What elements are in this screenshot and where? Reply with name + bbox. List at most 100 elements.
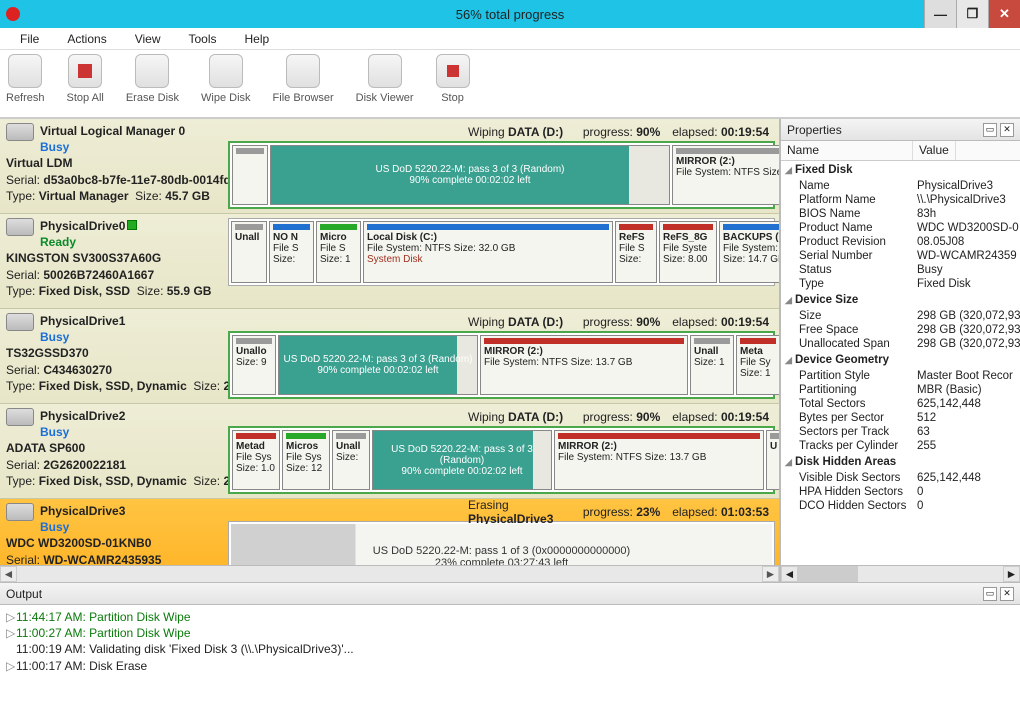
property-key: Partition Style [799,370,917,382]
property-row[interactable]: HPA Hidden Sectors0 [781,485,1020,499]
property-value: 298 GB (320,072,93 [917,324,1020,336]
partition[interactable]: US DoD 5220.22-M: pass 3 of 3 (Random)90… [278,335,478,395]
drive-list[interactable]: Virtual Logical Manager 0BusyVirtual LDM… [0,119,779,565]
property-group[interactable]: ◢Device Geometry [781,351,1020,369]
partition[interactable]: US DoD 5220.22-M: pass 3 of 3 (Random)90… [372,430,552,490]
menu-file[interactable]: File [20,32,39,46]
output-close-icon[interactable]: ✕ [1000,587,1014,601]
partition[interactable]: ReFSFile SSize: [615,221,657,283]
partition[interactable]: US DoD 5220.22-M: pass 3 of 3 (Random)90… [270,145,670,205]
drive-model: WDC WD3200SD-01KNB0 [6,536,151,550]
file-browser-button[interactable]: File Browser [273,54,334,104]
property-value: 298 GB (320,072,93 [917,310,1020,322]
scroll-left-icon[interactable]: ◄ [781,566,798,582]
close-button[interactable]: ✕ [988,0,1020,28]
partition[interactable]: MicrosFile SysSize: 12 [282,430,330,490]
menu-tools[interactable]: Tools [189,32,217,46]
output-body[interactable]: ▷11:44:17 AM: Partition Disk Wipe▷11:00:… [0,605,1020,706]
drive-list-hscroll[interactable]: ◄ ► [0,565,779,582]
properties-hscroll[interactable]: ◄ ► [781,565,1020,582]
property-row[interactable]: Product Revision08.05J08 [781,235,1020,249]
drive-row[interactable]: PhysicalDrive1BusyTS32GSSD370Serial: C43… [0,309,779,404]
property-key: DCO Hidden Sectors [799,500,917,512]
wipe-disk-button[interactable]: Wipe Disk [201,54,251,104]
expand-icon[interactable]: ▷ [6,609,16,625]
partition[interactable]: U [766,430,779,490]
partition[interactable]: UnallSize: 1 [690,335,734,395]
caret-down-icon: ◢ [785,355,795,366]
partition[interactable]: BACKUPS (Y:)File System: NTFSSize: 14.7 … [719,221,779,283]
drive-model: KINGSTON SV300S37A60G [6,251,161,265]
expand-icon[interactable]: ▷ [6,625,16,641]
drive-row[interactable]: PhysicalDrive0ReadyKINGSTON SV300S37A60G… [0,214,779,309]
partition[interactable]: NO NFile SSize: [269,221,314,283]
partition[interactable]: ReFS_8GFile SysteSize: 8.00 [659,221,717,283]
refresh-button[interactable]: Refresh [6,54,45,104]
expand-icon[interactable]: ▷ [6,658,16,674]
property-row[interactable]: Total Sectors625,142,448 [781,397,1020,411]
property-row[interactable]: Visible Disk Sectors625,142,448 [781,471,1020,485]
partition[interactable]: UnallSize: [332,430,370,490]
property-row[interactable]: DCO Hidden Sectors0 [781,499,1020,513]
property-key: BIOS Name [799,208,917,220]
scroll-left-icon[interactable]: ◄ [0,566,17,582]
stop-button[interactable]: Stop [436,54,470,104]
partition[interactable]: MicroFile SSize: 1 [316,221,361,283]
property-row[interactable]: Platform Name\\.\PhysicalDrive3 [781,193,1020,207]
property-row[interactable]: Sectors per Track63 [781,425,1020,439]
properties-body[interactable]: ◢Fixed DiskNamePhysicalDrive3Platform Na… [781,161,1020,565]
property-row[interactable]: BIOS Name83h [781,207,1020,221]
drive-type: Fixed Disk, SSD, Dynamic [39,474,187,488]
disk-viewer-button[interactable]: Disk Viewer [356,54,414,104]
drive-row[interactable]: PhysicalDrive2BusyADATA SP600Serial: 2G2… [0,404,779,499]
progress-label: progress: 90% [571,315,672,329]
partition[interactable]: MIRROR (2:)File System: NTFS Size: 13.7 … [554,430,764,490]
property-key: HPA Hidden Sectors [799,486,917,498]
drive-type: Fixed Disk, SSD [39,284,130,298]
property-row[interactable]: Bytes per Sector512 [781,411,1020,425]
erase-progress-bar: US DoD 5220.22-M: pass 1 of 3 (0x0000000… [231,524,772,565]
scroll-right-icon[interactable]: ► [1003,566,1020,582]
drive-type: Fixed Disk, SSD, Dynamic [39,379,187,393]
partition[interactable]: MetaFile SySize: 1 [736,335,779,395]
property-row[interactable]: TypeFixed Disk [781,277,1020,291]
properties-close-icon[interactable]: ✕ [1000,123,1014,137]
menu-actions[interactable]: Actions [67,32,106,46]
property-group[interactable]: ◢Device Size [781,291,1020,309]
property-row[interactable]: Tracks per Cylinder255 [781,439,1020,453]
progress-label: progress: 23% [571,505,672,519]
property-row[interactable]: Product NameWDC WD3200SD-0 [781,221,1020,235]
partition[interactable]: MIRROR (2:)File System: NTFS Size: 13.7 … [480,335,688,395]
drive-row[interactable]: PhysicalDrive3BusyWDC WD3200SD-01KNB0Ser… [0,499,779,565]
property-row[interactable]: Partition StyleMaster Boot Recor [781,369,1020,383]
property-row[interactable]: Free Space298 GB (320,072,93 [781,323,1020,337]
scroll-right-icon[interactable]: ► [762,566,779,582]
property-value: 83h [917,208,1020,220]
properties-pin-icon[interactable]: ▭ [983,123,997,137]
property-row[interactable]: NamePhysicalDrive3 [781,179,1020,193]
output-pin-icon[interactable]: ▭ [983,587,997,601]
property-row[interactable]: PartitioningMBR (Basic) [781,383,1020,397]
erase-disk-button[interactable]: Erase Disk [126,54,179,104]
property-key: Visible Disk Sectors [799,472,917,484]
property-row[interactable]: Serial NumberWD-WCAMR24359 [781,249,1020,263]
minimize-button[interactable]: — [924,0,956,28]
property-row[interactable]: Unallocated Span298 GB (320,072,93 [781,337,1020,351]
disk-viewer-icon [368,54,402,88]
partition[interactable]: Unall [231,221,267,283]
property-group[interactable]: ◢Fixed Disk [781,161,1020,179]
property-group[interactable]: ◢Disk Hidden Areas [781,453,1020,471]
partition[interactable]: Local Disk (C:)File System: NTFS Size: 3… [363,221,613,283]
drive-row[interactable]: Virtual Logical Manager 0BusyVirtual LDM… [0,119,779,214]
menu-view[interactable]: View [135,32,161,46]
maximize-button[interactable]: ❐ [956,0,988,28]
stop-all-button[interactable]: Stop All [67,54,104,104]
partition[interactable]: MetadFile SysSize: 1.0 [232,430,280,490]
property-row[interactable]: Size298 GB (320,072,93 [781,309,1020,323]
menu-help[interactable]: Help [245,32,270,46]
partition[interactable] [232,145,268,205]
partition[interactable]: MIRROR (2:)File System: NTFS Size: 13.7 [672,145,779,205]
progress-label: progress: 90% [571,410,672,424]
partition[interactable]: UnalloSize: 9 [232,335,276,395]
property-row[interactable]: StatusBusy [781,263,1020,277]
